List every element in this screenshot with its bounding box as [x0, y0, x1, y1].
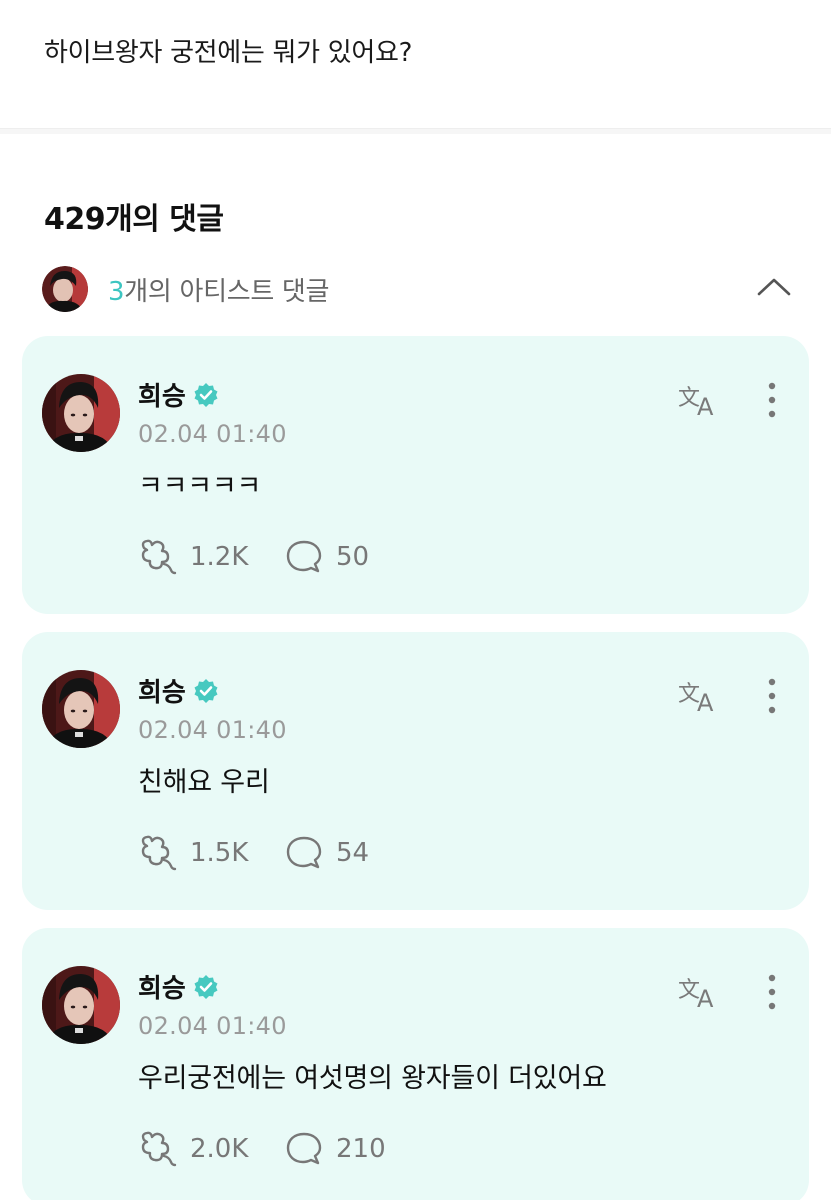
artist-comments-count: 3	[108, 276, 125, 307]
comment-timestamp: 02.04 01:40	[138, 420, 287, 448]
comment-stats: 1.5K 54	[138, 834, 369, 872]
reply-button[interactable]: 210	[284, 1130, 386, 1168]
artist-comments-suffix: 개의 아티스트 댓글	[124, 276, 330, 307]
reply-button[interactable]: 50	[284, 538, 369, 576]
heart-paw-icon[interactable]	[138, 1130, 178, 1168]
verified-badge-icon	[194, 678, 218, 703]
avatar[interactable]	[42, 966, 120, 1044]
comment-stats: 2.0K 210	[138, 1130, 386, 1168]
avatar[interactable]	[42, 374, 120, 452]
heart-paw-icon[interactable]	[138, 834, 178, 872]
artist-comments-toggle[interactable]: 3개의 아티스트 댓글	[42, 266, 792, 312]
chevron-up-icon[interactable]	[756, 274, 792, 302]
section-divider	[0, 128, 831, 134]
verified-badge-icon	[194, 382, 218, 407]
reply-count: 210	[336, 1134, 386, 1164]
avatar[interactable]	[42, 670, 120, 748]
author-name[interactable]: 희승	[138, 672, 186, 709]
artist-comment-card: 희승 02.04 01:40 文 A 친해요 우리 1.5K 54	[22, 632, 809, 910]
translate-icon[interactable]: 文 A	[677, 678, 723, 714]
speech-bubble-icon	[286, 1132, 322, 1165]
artist-comment-card: 희승 02.04 01:40 文 A ㅋㅋㅋㅋㅋ 1.2K 50	[22, 336, 809, 614]
speech-bubble-icon	[286, 540, 322, 573]
like-count: 2.0K	[190, 1134, 249, 1164]
verified-badge-icon	[194, 974, 218, 999]
more-vertical-icon[interactable]	[760, 972, 784, 1012]
comment-text: ㅋㅋㅋㅋㅋ	[138, 471, 262, 502]
like-count: 1.2K	[190, 542, 249, 572]
reply-count: 54	[336, 838, 370, 868]
artist-avatar	[42, 266, 88, 312]
svg-text:A: A	[697, 985, 714, 1010]
comment-count: 429개의 댓글	[44, 202, 224, 237]
comment-timestamp: 02.04 01:40	[138, 716, 287, 744]
author-row: 희승	[138, 968, 220, 1005]
artist-comment-card: 희승 02.04 01:40 文 A 우리궁전에는 여섯명의 왕자들이 더있어요…	[22, 928, 809, 1200]
like-count: 1.5K	[190, 838, 249, 868]
reply-button[interactable]: 54	[284, 834, 369, 872]
author-row: 희승	[138, 672, 220, 709]
author-name[interactable]: 희승	[138, 968, 186, 1005]
svg-text:A: A	[697, 393, 714, 418]
translate-icon[interactable]: 文 A	[677, 974, 723, 1010]
reply-count: 50	[336, 542, 370, 572]
comment-stats: 1.2K 50	[138, 538, 369, 576]
comment-text: 친해요 우리	[138, 767, 270, 798]
artist-comments-label: 3개의 아티스트 댓글	[108, 271, 329, 308]
more-vertical-icon[interactable]	[760, 676, 784, 716]
author-name[interactable]: 희승	[138, 376, 186, 413]
comment-timestamp: 02.04 01:40	[138, 1012, 287, 1040]
comment-text: 우리궁전에는 여섯명의 왕자들이 더있어요	[138, 1063, 607, 1094]
speech-bubble-icon	[286, 836, 322, 869]
heart-paw-icon[interactable]	[138, 538, 178, 576]
svg-text:A: A	[697, 689, 714, 714]
translate-icon[interactable]: 文 A	[677, 382, 723, 418]
author-row: 희승	[138, 376, 220, 413]
more-vertical-icon[interactable]	[760, 380, 784, 420]
post-title: 하이브왕자 궁전에는 뭐가 있어요?	[44, 38, 413, 68]
